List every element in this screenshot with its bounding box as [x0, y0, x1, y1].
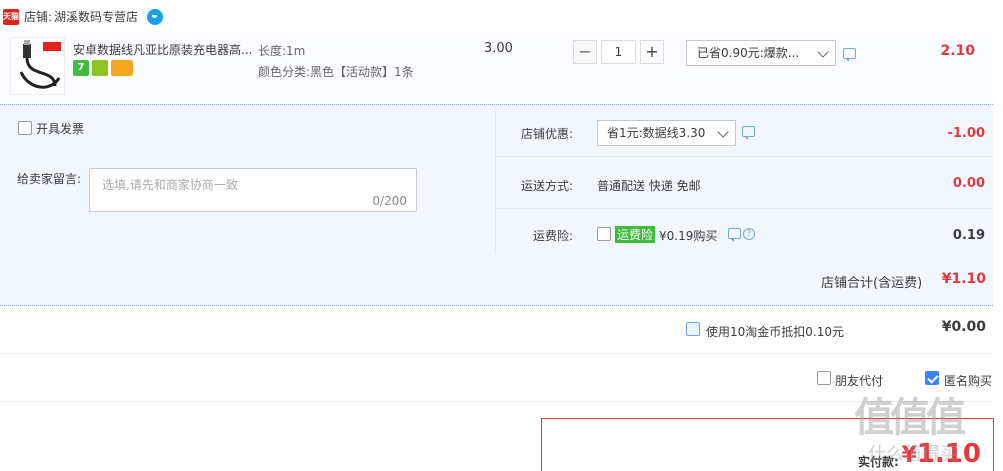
product-thumbnail[interactable]: [10, 37, 65, 95]
service-badges: 7: [73, 60, 133, 76]
smzdm-watermark-text: 什么值得买: [868, 444, 958, 465]
shop-header: 天猫 店铺: 湖溪数码专营店: [0, 0, 1003, 33]
coupon-value: 省1元:数据线3.30: [607, 126, 706, 140]
help-icon[interactable]: ?: [743, 228, 755, 240]
insurance-tag: 运费险: [615, 226, 656, 243]
chevron-down-icon: [717, 126, 729, 138]
memo-label: 给卖家留言:: [17, 172, 82, 186]
taobao-coin-row: 使用10淘金币抵扣0.10元 ¥0.00: [0, 307, 993, 354]
shipping-row: 运送方式: 普通配送 快递 免邮 0.00: [497, 157, 993, 209]
pay-options-row: 朋友代付 匿名购买: [0, 355, 993, 402]
anonymous-purchase-checkbox[interactable]: [925, 371, 939, 385]
coupon-label: 店铺优惠:: [521, 127, 574, 141]
insurance-label: 运费险:: [533, 229, 574, 243]
invoice-checkbox[interactable]: [18, 121, 32, 135]
insurance-amount: 0.19: [952, 228, 985, 243]
shipping-label: 运送方式:: [521, 179, 574, 193]
friend-pay-checkbox[interactable]: [817, 371, 831, 385]
seven-day-return-icon[interactable]: 7: [73, 60, 89, 76]
insurance-row: 运费险: 运费险 ¥0.19购买 ? 0.19: [497, 209, 993, 255]
shop-total-label: 店铺合计(含运费): [821, 276, 923, 291]
coin-checkbox[interactable]: [686, 322, 700, 336]
sku-color: 颜色分类:黑色【活动款】1条: [258, 65, 414, 79]
invoice-label: 开具发票: [36, 122, 85, 136]
item-promo-select[interactable]: 已省0.90元:爆款...: [686, 40, 836, 66]
tmall-logo-icon: 天猫: [3, 8, 19, 25]
chevron-down-icon: [817, 46, 829, 58]
coupon-comment-icon[interactable]: [742, 126, 755, 140]
wangwang-chat-icon[interactable]: [147, 8, 164, 25]
shop-coupon-row: 店铺优惠: 省1元:数据线3.30 -1.00: [497, 106, 993, 157]
coin-label: 使用10淘金币抵扣0.10元: [706, 325, 844, 339]
coupon-amount: -1.00: [947, 126, 985, 141]
shop-label: 店铺:: [24, 10, 53, 24]
shop-total-row: 店铺合计(含运费) ¥1.10: [0, 255, 993, 305]
item-promo-value: 已省0.90元:爆款...: [697, 46, 800, 60]
product-title-link[interactable]: 安卓数据线凡亚比原装充电器高...: [73, 41, 253, 58]
shipping-amount: 0.00: [952, 176, 985, 191]
unit-price: 3.00: [484, 41, 513, 56]
qty-increase-button[interactable]: +: [640, 40, 664, 64]
quantity-stepper: − 1 +: [573, 40, 664, 64]
buyer-options: 开具发票 给卖家留言: 选填,请先和商家协商一致 0/200: [0, 106, 496, 254]
sku-length: 长度:1m: [258, 44, 306, 58]
shop-total-value: ¥1.10: [941, 271, 986, 287]
qty-decrease-button[interactable]: −: [573, 40, 597, 64]
guarantee-shield-icon[interactable]: [92, 60, 108, 76]
item-subtotal: 2.10: [940, 43, 975, 59]
insurance-checkbox[interactable]: [597, 227, 611, 241]
insurance-comment-icon[interactable]: [728, 228, 741, 242]
usb-cable-image: [19, 40, 61, 89]
memo-char-count: 0/200: [372, 194, 407, 208]
smzdm-watermark-logo: 值值值: [854, 395, 966, 441]
coin-discount-value: ¥0.00: [941, 319, 986, 335]
credit-card-icon[interactable]: [111, 60, 133, 76]
insurance-price: ¥0.19购买: [659, 229, 718, 243]
order-item-row: 安卓数据线凡亚比原装充电器高... 7 长度:1m 颜色分类:黑色【活动款】1条…: [0, 33, 993, 105]
shop-coupon-select[interactable]: 省1元:数据线3.30: [597, 120, 736, 146]
qty-input[interactable]: 1: [601, 40, 636, 64]
shop-name-link[interactable]: 湖溪数码专营店: [54, 8, 138, 25]
promo-comment-icon[interactable]: [843, 48, 856, 62]
shipping-method: 普通配送 快递 免邮: [597, 179, 701, 193]
seller-memo-textarea[interactable]: 选填,请先和商家协商一致 0/200: [89, 168, 417, 212]
memo-placeholder: 选填,请先和商家协商一致: [102, 178, 238, 192]
